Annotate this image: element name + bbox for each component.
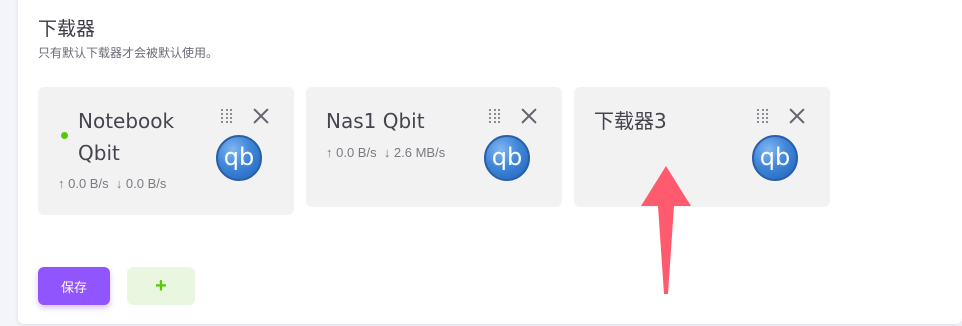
- transfer-speeds: ↑ 0.0 B/s ↓ 0.0 B/s: [58, 176, 166, 191]
- drag-handle-icon[interactable]: [220, 109, 234, 124]
- downloader-card-notebook-qbit[interactable]: Notebook Qbit qb ↑ 0.0 B/s ↓ 0.0 B/s: [38, 87, 294, 215]
- downloader-name: 下载器3: [594, 109, 667, 133]
- upload-speed: ↑ 0.0 B/s: [326, 145, 377, 160]
- download-speed: ↓ 2.6 MB/s: [383, 145, 446, 160]
- close-icon[interactable]: [520, 107, 538, 125]
- status-dot-icon: [61, 132, 68, 139]
- download-speed: ↓ 0.0 B/s: [115, 176, 167, 191]
- close-icon[interactable]: [788, 107, 806, 125]
- section-subtitle: 只有默认下载器才会被默认使用。: [38, 46, 219, 60]
- save-button[interactable]: 保存: [38, 267, 110, 305]
- downloader-name-line-2: Qbit: [78, 141, 120, 165]
- upload-speed: ↑ 0.0 B/s: [58, 176, 109, 191]
- section-title: 下载器: [38, 18, 96, 40]
- annotation-arrow-icon: [641, 166, 691, 294]
- qbittorrent-logo-icon: qb: [752, 135, 798, 181]
- qbittorrent-logo-icon: qb: [216, 135, 262, 181]
- drag-handle-icon[interactable]: [756, 109, 770, 124]
- downloader-card-3[interactable]: 下载器3 qb: [574, 87, 830, 207]
- drag-handle-icon[interactable]: [488, 109, 502, 124]
- add-downloader-button[interactable]: +: [127, 267, 195, 305]
- qbittorrent-logo-icon: qb: [484, 135, 530, 181]
- close-icon[interactable]: [252, 107, 270, 125]
- transfer-speeds: ↑ 0.0 B/s ↓ 2.6 MB/s: [326, 145, 445, 160]
- downloader-card-nas1-qbit[interactable]: Nas1 Qbit qb ↑ 0.0 B/s ↓ 2.6 MB/s: [306, 87, 562, 207]
- downloader-name: Notebook Qbit: [78, 105, 208, 169]
- downloader-name: Nas1 Qbit: [326, 109, 425, 133]
- downloader-name-line-1: Notebook: [78, 109, 175, 133]
- downloader-settings-panel: 下载器 只有默认下载器才会被默认使用。 Notebook Qbit qb ↑ 0…: [18, 0, 962, 324]
